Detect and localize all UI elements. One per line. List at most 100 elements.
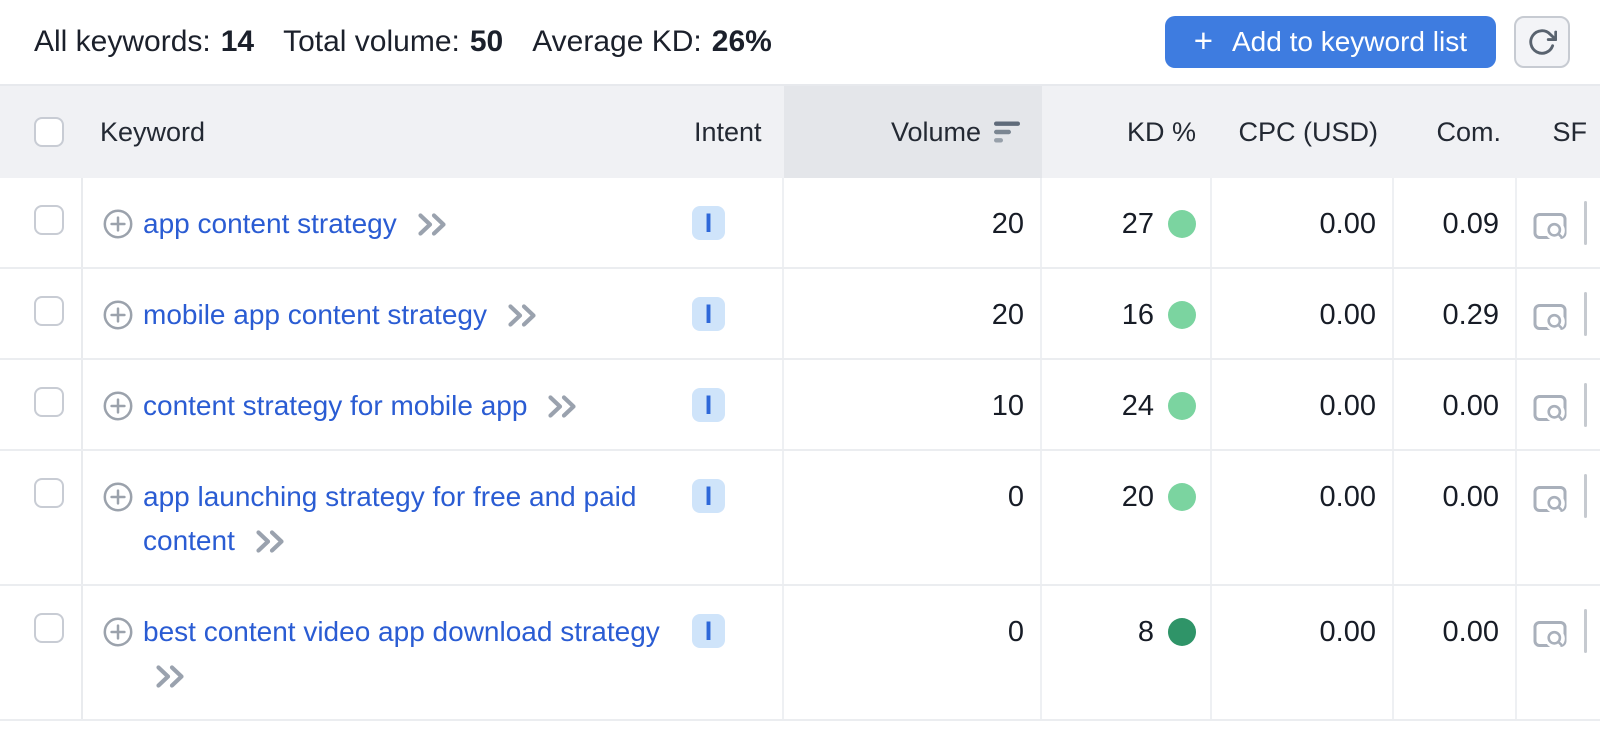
intent-letter: I: [705, 301, 713, 328]
sf-cell: [1517, 178, 1600, 267]
column-header-kd[interactable]: KD %: [1042, 86, 1212, 178]
keyword-text: app content strategy: [143, 208, 397, 239]
stats-bar: All keywords: 14 Total volume: 50 Averag…: [34, 25, 772, 59]
stat-average-kd: Average KD: 26%: [532, 25, 772, 59]
keyword-cell: app launching strategy for free and paid…: [83, 451, 690, 584]
stat-label: Total volume:: [283, 25, 460, 59]
column-header-cpc[interactable]: CPC (USD): [1212, 86, 1394, 178]
keyword-link[interactable]: content strategy for mobile app: [143, 384, 578, 428]
row-select-cell: [0, 360, 83, 449]
intent-cell: I: [690, 178, 784, 267]
add-keyword-plus-icon[interactable]: [103, 391, 133, 421]
add-button-label: Add to keyword list: [1232, 26, 1467, 58]
column-edge-bar: [1584, 609, 1587, 653]
column-edge-bar: [1584, 383, 1587, 427]
row-checkbox[interactable]: [34, 613, 64, 643]
kd-cell: 16: [1042, 269, 1212, 358]
expand-keyword-chevrons-icon[interactable]: [254, 528, 286, 555]
table-row: app content strategy I 20 27 0.00 0.09: [0, 178, 1600, 269]
volume-value: 20: [784, 178, 1042, 267]
kd-cell: 27: [1042, 178, 1212, 267]
add-keyword-plus-icon[interactable]: [103, 209, 133, 239]
add-keyword-plus-icon[interactable]: [103, 300, 133, 330]
row-checkbox[interactable]: [34, 296, 64, 326]
select-all-checkbox[interactable]: [34, 117, 64, 147]
competition-value: 0.09: [1394, 178, 1517, 267]
kd-difficulty-dot: [1168, 301, 1196, 329]
kd-cell: 8: [1042, 586, 1212, 719]
expand-keyword-chevrons-icon[interactable]: [154, 663, 186, 690]
stat-label: Average KD:: [532, 25, 702, 59]
intent-badge-informational[interactable]: I: [692, 206, 725, 240]
column-header-label: Volume: [891, 117, 981, 148]
stat-total-volume: Total volume: 50: [283, 25, 503, 59]
table-header-row: Keyword Intent Volume KD % CPC (USD) Com…: [0, 86, 1600, 178]
competition-value: 0.00: [1394, 586, 1517, 719]
intent-badge-informational[interactable]: I: [692, 388, 725, 422]
keyword-cell: mobile app content strategy: [83, 269, 690, 358]
serp-preview-icon[interactable]: [1533, 485, 1567, 513]
table-row: content strategy for mobile app I 10 24 …: [0, 360, 1600, 451]
plus-icon: +: [1194, 24, 1213, 57]
table-row: mobile app content strategy I 20 16 0.00…: [0, 269, 1600, 360]
row-select-cell: [0, 586, 83, 719]
keyword-link[interactable]: app launching strategy for free and paid…: [143, 475, 675, 563]
expand-keyword-chevrons-icon[interactable]: [416, 211, 448, 238]
serp-preview-icon[interactable]: [1533, 303, 1567, 331]
sort-descending-icon: [994, 121, 1022, 143]
serp-preview-icon[interactable]: [1533, 394, 1567, 422]
table-row: app launching strategy for free and paid…: [0, 451, 1600, 586]
keyword-link[interactable]: mobile app content strategy: [143, 293, 538, 337]
row-select-cell: [0, 178, 83, 267]
keyword-text: mobile app content strategy: [143, 299, 487, 330]
row-checkbox[interactable]: [34, 478, 64, 508]
volume-value: 10: [784, 360, 1042, 449]
serp-preview-icon[interactable]: [1533, 212, 1567, 240]
sf-cell: [1517, 586, 1600, 719]
column-header-label: SF: [1552, 117, 1587, 148]
column-header-label: KD %: [1127, 117, 1196, 148]
column-header-sf: SF: [1517, 86, 1600, 178]
volume-value: 0: [784, 451, 1042, 584]
add-keyword-plus-icon[interactable]: [103, 617, 133, 647]
stat-value: 14: [221, 25, 254, 59]
kd-value: 8: [1138, 616, 1154, 649]
cpc-value: 0.00: [1212, 451, 1394, 584]
serp-preview-icon[interactable]: [1533, 620, 1567, 648]
add-to-keyword-list-button[interactable]: + Add to keyword list: [1165, 16, 1496, 68]
column-header-label: Keyword: [100, 117, 205, 148]
expand-keyword-chevrons-icon[interactable]: [546, 393, 578, 420]
sf-cell: [1517, 451, 1600, 584]
sf-cell: [1517, 360, 1600, 449]
stat-label: All keywords:: [34, 25, 211, 59]
column-header-intent: Intent: [690, 86, 784, 178]
intent-badge-informational[interactable]: I: [692, 479, 725, 513]
keyword-text: app launching strategy for free and paid…: [143, 481, 636, 556]
column-edge-bar: [1584, 201, 1587, 245]
add-keyword-plus-icon[interactable]: [103, 482, 133, 512]
column-header-keyword: Keyword: [83, 86, 690, 178]
sf-cell: [1517, 269, 1600, 358]
row-checkbox[interactable]: [34, 387, 64, 417]
keyword-magic-tool-results: All keywords: 14 Total volume: 50 Averag…: [0, 0, 1600, 740]
table-body: app content strategy I 20 27 0.00 0.09: [0, 178, 1600, 721]
refresh-button[interactable]: [1514, 16, 1570, 68]
column-header-label: CPC (USD): [1239, 117, 1379, 148]
keyword-text: best content video app download strategy: [143, 616, 660, 647]
intent-badge-informational[interactable]: I: [692, 297, 725, 331]
keyword-cell: app content strategy: [83, 178, 690, 267]
kd-difficulty-dot: [1168, 618, 1196, 646]
keyword-link[interactable]: app content strategy: [143, 202, 448, 246]
row-checkbox[interactable]: [34, 205, 64, 235]
cpc-value: 0.00: [1212, 269, 1394, 358]
expand-keyword-chevrons-icon[interactable]: [506, 302, 538, 329]
column-header-volume-sorted[interactable]: Volume: [784, 86, 1042, 178]
kd-difficulty-dot: [1168, 392, 1196, 420]
column-edge-bar: [1584, 292, 1587, 336]
column-header-com[interactable]: Com.: [1394, 86, 1517, 178]
volume-value: 20: [784, 269, 1042, 358]
intent-letter: I: [705, 210, 713, 237]
intent-badge-informational[interactable]: I: [692, 614, 725, 648]
keyword-link[interactable]: best content video app download strategy: [143, 610, 675, 698]
intent-letter: I: [705, 618, 713, 645]
